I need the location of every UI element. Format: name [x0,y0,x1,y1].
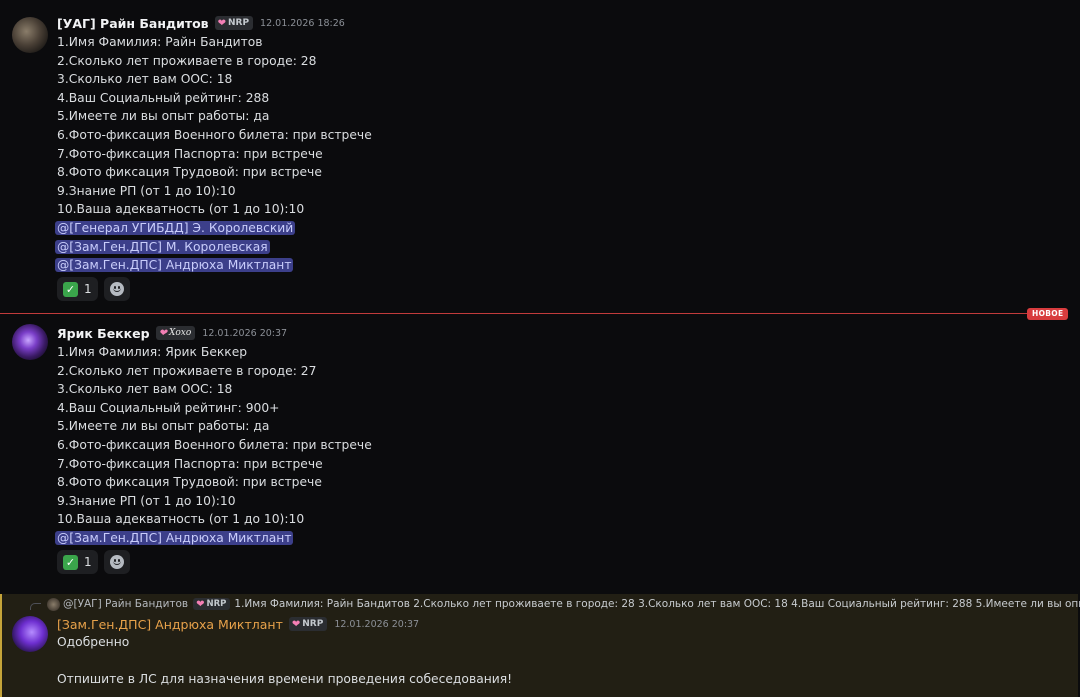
role-badge-label: NRP [302,619,324,629]
message-line: 1.Имя Фамилия: Райн Бандитов [57,35,263,49]
message-line: 5.Имеете ли вы опыт работы: да [57,419,270,434]
message-line: 3.Сколько лет вам ООС: 18 [57,72,233,87]
role-badge-label: NRP [206,599,227,609]
message: [УАГ] Райн Бандитов ❤ NRP 12.01.2026 18:2… [0,13,1080,303]
new-messages-badge: НОВОЕ [1027,308,1069,320]
add-reaction-button[interactable] [103,550,130,574]
message: Ярик Беккер ❤ Xoxo 12.01.2026 20:37 1.Имя… [0,323,1080,578]
message-content: 1.Имя Фамилия: Ярик Беккер 2.Сколько лет… [55,343,372,548]
author-name[interactable]: [УАГ] Райн Бандитов [57,16,209,31]
message-line: Одобренно [57,635,130,649]
checkmark-icon: ✓ [63,554,78,570]
heart-icon: ❤ [291,618,301,630]
message-line: 10.Ваша адекватность (от 1 до 10):10 [57,512,305,527]
message-line: 4.Ваш Социальный рейтинг: 900+ [57,400,280,415]
reaction-check[interactable]: ✓ 1 [57,277,98,301]
timestamp: 12.01.2026 20:37 [202,327,288,339]
message-line: 7.Фото-фиксация Паспорта: при встрече [57,146,323,161]
avatar[interactable] [12,17,48,53]
avatar[interactable] [12,324,48,360]
smiley-icon [109,282,124,296]
message-line: 6.Фото-фиксация Военного билета: при вст… [57,437,372,452]
role-badge: ❤ NRP [193,598,231,610]
message-line: 6.Фото-фиксация Военного билета: при вст… [57,127,372,142]
role-badge-label: NRP [227,18,250,28]
checkmark-icon: ✓ [63,281,78,297]
message-line: 1.Имя Фамилия: Ярик Беккер [57,345,248,359]
role-badge: ❤ Xoxo [155,326,196,340]
message-line: 5.Имеете ли вы опыт работы: да [57,109,270,124]
user-mention[interactable]: @[Зам.Ген.ДПС] Андрюха Миктлант [55,258,294,273]
message-line: 8.Фото фиксация Трудовой: при встрече [57,475,322,490]
reply-message: @[УАГ] Райн Бандитов ❤ NRP 1.Имя Фамилия:… [0,594,1080,697]
heart-icon: ❤ [196,598,205,610]
message-content: 1.Имя Фамилия: Райн Бандитов 2.Сколько л… [55,33,372,275]
message-line: 10.Ваша адекватность (от 1 до 10):10 [57,202,305,217]
timestamp: 12.01.2026 20:37 [334,618,420,630]
role-badge: ❤ NRP [214,16,254,30]
role-badge: ❤ NRP [288,617,328,631]
reactions-bar: ✓ 1 [57,550,130,574]
user-mention[interactable]: @[Зам.Ген.ДПС] М. Королевская [55,239,270,254]
role-badge-label: Xoxo [168,328,192,338]
author-name[interactable]: Ярик Беккер [57,326,150,341]
message-line: 2.Сколько лет проживаете в городе: 28 [57,53,317,68]
message-line: 7.Фото-фиксация Паспорта: при встрече [57,456,323,471]
message-line: 3.Сколько лет вам ООС: 18 [57,382,233,397]
reply-avatar [47,597,60,611]
message-line: 8.Фото фиксация Трудовой: при встрече [57,165,322,180]
author-name[interactable]: [Зам.Ген.ДПС] Андрюха Миктлант [57,617,283,632]
message-line: 9.Знание РП (от 1 до 10):10 [57,493,236,508]
reply-ref-author[interactable]: @[УАГ] Райн Бандитов [63,598,188,610]
user-mention[interactable]: @[Зам.Ген.ДПС] Андрюха Миктлант [55,530,294,545]
heart-icon: ❤ [217,17,226,29]
reply-ref-snippet: 1.Имя Фамилия: Райн Бандитов 2.Сколько л… [234,598,1080,610]
message-content: Одобренно Отпишите в ЛС для назначения в… [57,633,512,689]
chat-message-list[interactable]: [УАГ] Райн Бандитов ❤ NRP 12.01.2026 18:2… [0,0,1080,697]
heart-icon: ❤ [158,327,167,339]
message-header: [УАГ] Райн Бандитов ❤ NRP 12.01.2026 18:2… [57,13,345,33]
reply-reference[interactable]: @[УАГ] Райн Бандитов ❤ NRP 1.Имя Фамилия:… [29,597,1080,611]
message-line: Отпишите в ЛС для назначения времени про… [57,672,513,687]
message-header: Ярик Беккер ❤ Xoxo 12.01.2026 20:37 [57,323,287,343]
message-header: [Зам.Ген.ДПС] Андрюха Миктлант ❤ NRP 12.0… [57,614,419,634]
reactions-bar: ✓ 1 [57,277,130,301]
message-line: 9.Знание РП (от 1 до 10):10 [57,183,236,198]
reaction-check[interactable]: ✓ 1 [57,550,98,574]
user-mention[interactable]: @[Генерал УГИБДД] Э. Королевский [55,220,296,235]
timestamp: 12.01.2026 18:26 [260,17,345,29]
smiley-icon [109,555,124,569]
add-reaction-button[interactable] [103,277,130,301]
message-line: 4.Ваш Социальный рейтинг: 288 [57,90,270,105]
new-messages-divider [0,313,1068,314]
reaction-count: 1 [84,282,92,296]
avatar[interactable] [12,616,48,652]
reaction-count: 1 [84,555,92,569]
message-line: 2.Сколько лет проживаете в городе: 27 [57,363,317,378]
